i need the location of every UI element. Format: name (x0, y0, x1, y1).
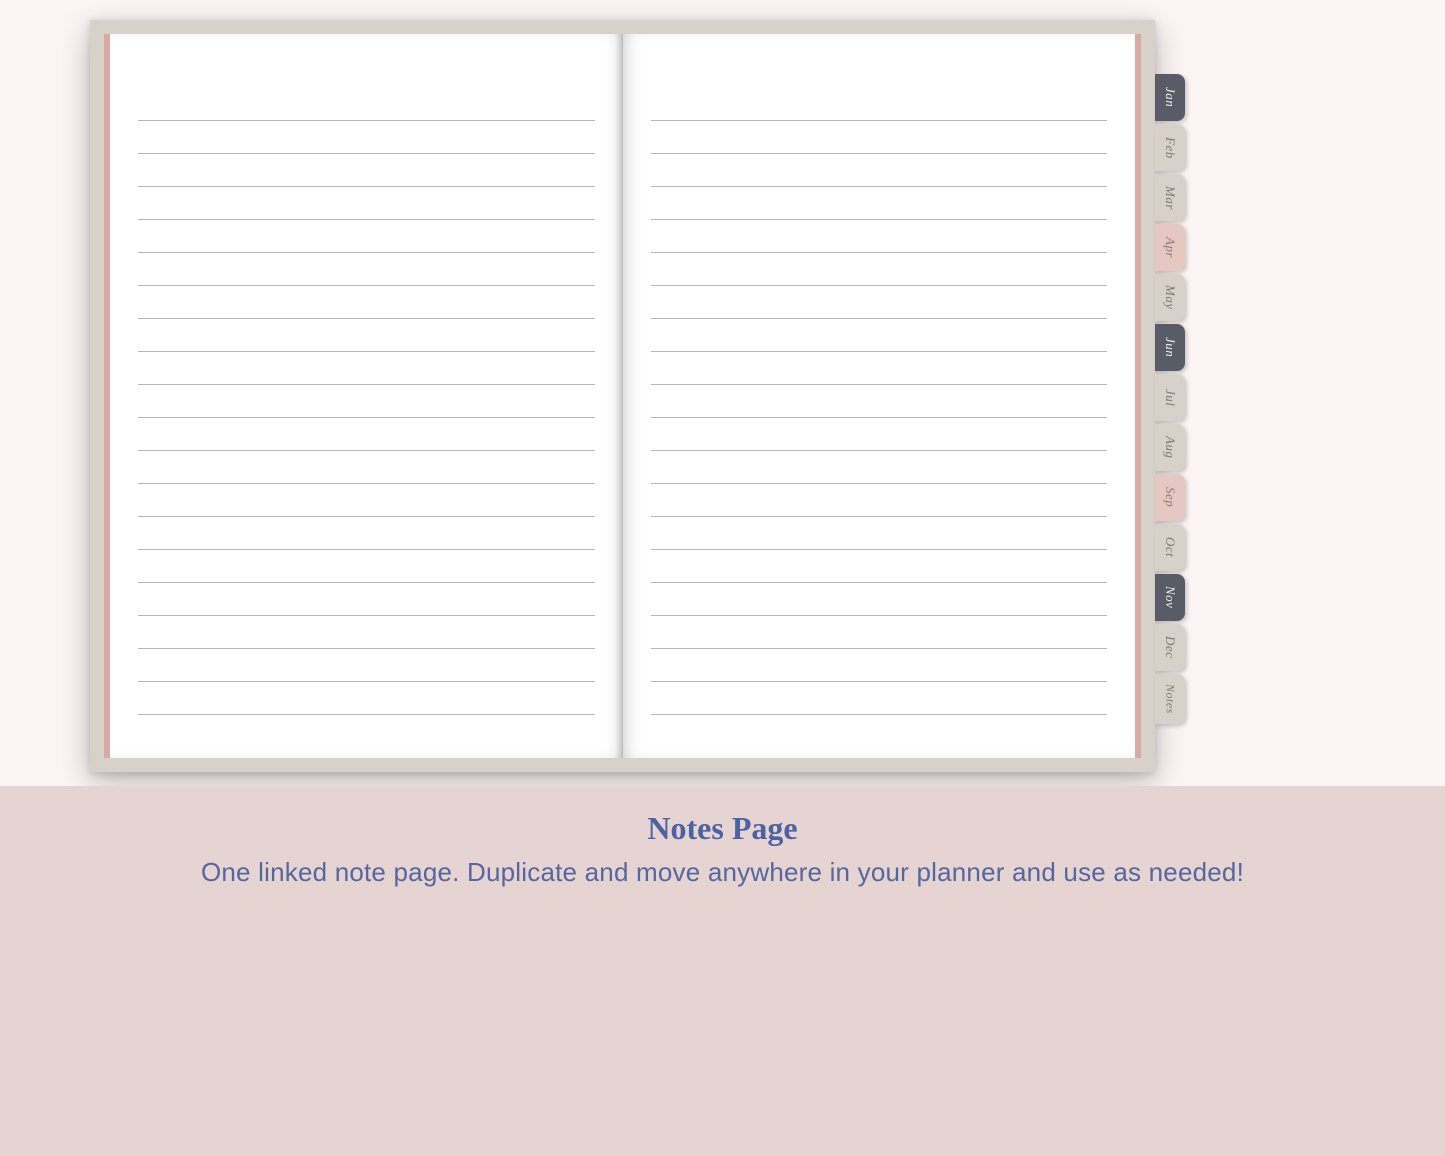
ruled-line (138, 286, 595, 319)
caption-subtitle: One linked note page. Duplicate and move… (201, 857, 1244, 888)
ruled-line (651, 550, 1108, 583)
ruled-line (651, 352, 1108, 385)
tab-feb[interactable]: Feb (1155, 124, 1185, 171)
ruled-line (138, 352, 595, 385)
ruled-line (651, 484, 1108, 517)
ruled-line (138, 220, 595, 253)
ruled-line (651, 649, 1108, 682)
tab-label: Dec (1162, 636, 1178, 658)
notes-page-right[interactable] (623, 34, 1136, 758)
tab-apr[interactable]: Apr (1155, 224, 1185, 271)
ruled-line (138, 418, 595, 451)
tab-jan[interactable]: Jan (1155, 74, 1185, 121)
ruled-lines-left (138, 88, 595, 718)
ruled-line (138, 616, 595, 649)
ruled-line (651, 121, 1108, 154)
ruled-line (651, 253, 1108, 286)
tab-label: Apr (1162, 237, 1178, 258)
tab-label: May (1162, 285, 1178, 310)
tab-sep[interactable]: Sep (1155, 474, 1185, 521)
ruled-line (138, 517, 595, 550)
tab-dec[interactable]: Dec (1155, 624, 1185, 671)
tab-label: Feb (1162, 137, 1178, 159)
ruled-line (651, 154, 1108, 187)
planner-pages (110, 34, 1135, 758)
ruled-line (138, 682, 595, 715)
ruled-line (651, 418, 1108, 451)
ruled-line (651, 319, 1108, 352)
tab-label: Notes (1163, 684, 1178, 714)
tab-aug[interactable]: Aug (1155, 424, 1185, 471)
planner-binding (104, 34, 1141, 758)
tab-label: Nov (1162, 586, 1178, 608)
planner-frame (90, 20, 1155, 772)
ruled-line (651, 187, 1108, 220)
ruled-line (651, 220, 1108, 253)
ruled-line (138, 451, 595, 484)
tab-mar[interactable]: Mar (1155, 174, 1185, 221)
tab-nov[interactable]: Nov (1155, 574, 1185, 621)
tab-label: Jan (1162, 87, 1178, 107)
ruled-line (651, 682, 1108, 715)
tab-may[interactable]: May (1155, 274, 1185, 321)
tab-label: Aug (1162, 436, 1178, 458)
ruled-line (138, 649, 595, 682)
ruled-line (138, 253, 595, 286)
ruled-line (138, 154, 595, 187)
ruled-line (651, 385, 1108, 418)
ruled-line (138, 187, 595, 220)
ruled-line (651, 88, 1108, 121)
tab-label: Oct (1162, 537, 1178, 557)
tab-oct[interactable]: Oct (1155, 524, 1185, 571)
ruled-line (651, 583, 1108, 616)
ruled-line (651, 616, 1108, 649)
tab-label: Jul (1162, 389, 1178, 406)
ruled-line (138, 121, 595, 154)
ruled-line (138, 319, 595, 352)
tab-label: Jun (1162, 337, 1178, 357)
ruled-line (138, 583, 595, 616)
notes-page-left[interactable] (110, 34, 623, 758)
caption-panel: Notes Page One linked note page. Duplica… (0, 786, 1445, 1156)
ruled-line (138, 88, 595, 121)
tab-label: Mar (1162, 186, 1178, 210)
tab-jun[interactable]: Jun (1155, 324, 1185, 371)
ruled-line (651, 286, 1108, 319)
ruled-line (138, 550, 595, 583)
ruled-line (651, 517, 1108, 550)
tab-label: Sep (1162, 487, 1178, 507)
ruled-line (138, 385, 595, 418)
tab-jul[interactable]: Jul (1155, 374, 1185, 421)
ruled-line (651, 451, 1108, 484)
tab-notes[interactable]: Notes (1155, 674, 1185, 724)
month-tabs: Jan Feb Mar Apr May Jun Jul Aug Sep Oct Nov Dec Note… (1155, 74, 1185, 724)
ruled-line (138, 484, 595, 517)
caption-title: Notes Page (647, 810, 797, 847)
ruled-lines-right (651, 88, 1108, 718)
